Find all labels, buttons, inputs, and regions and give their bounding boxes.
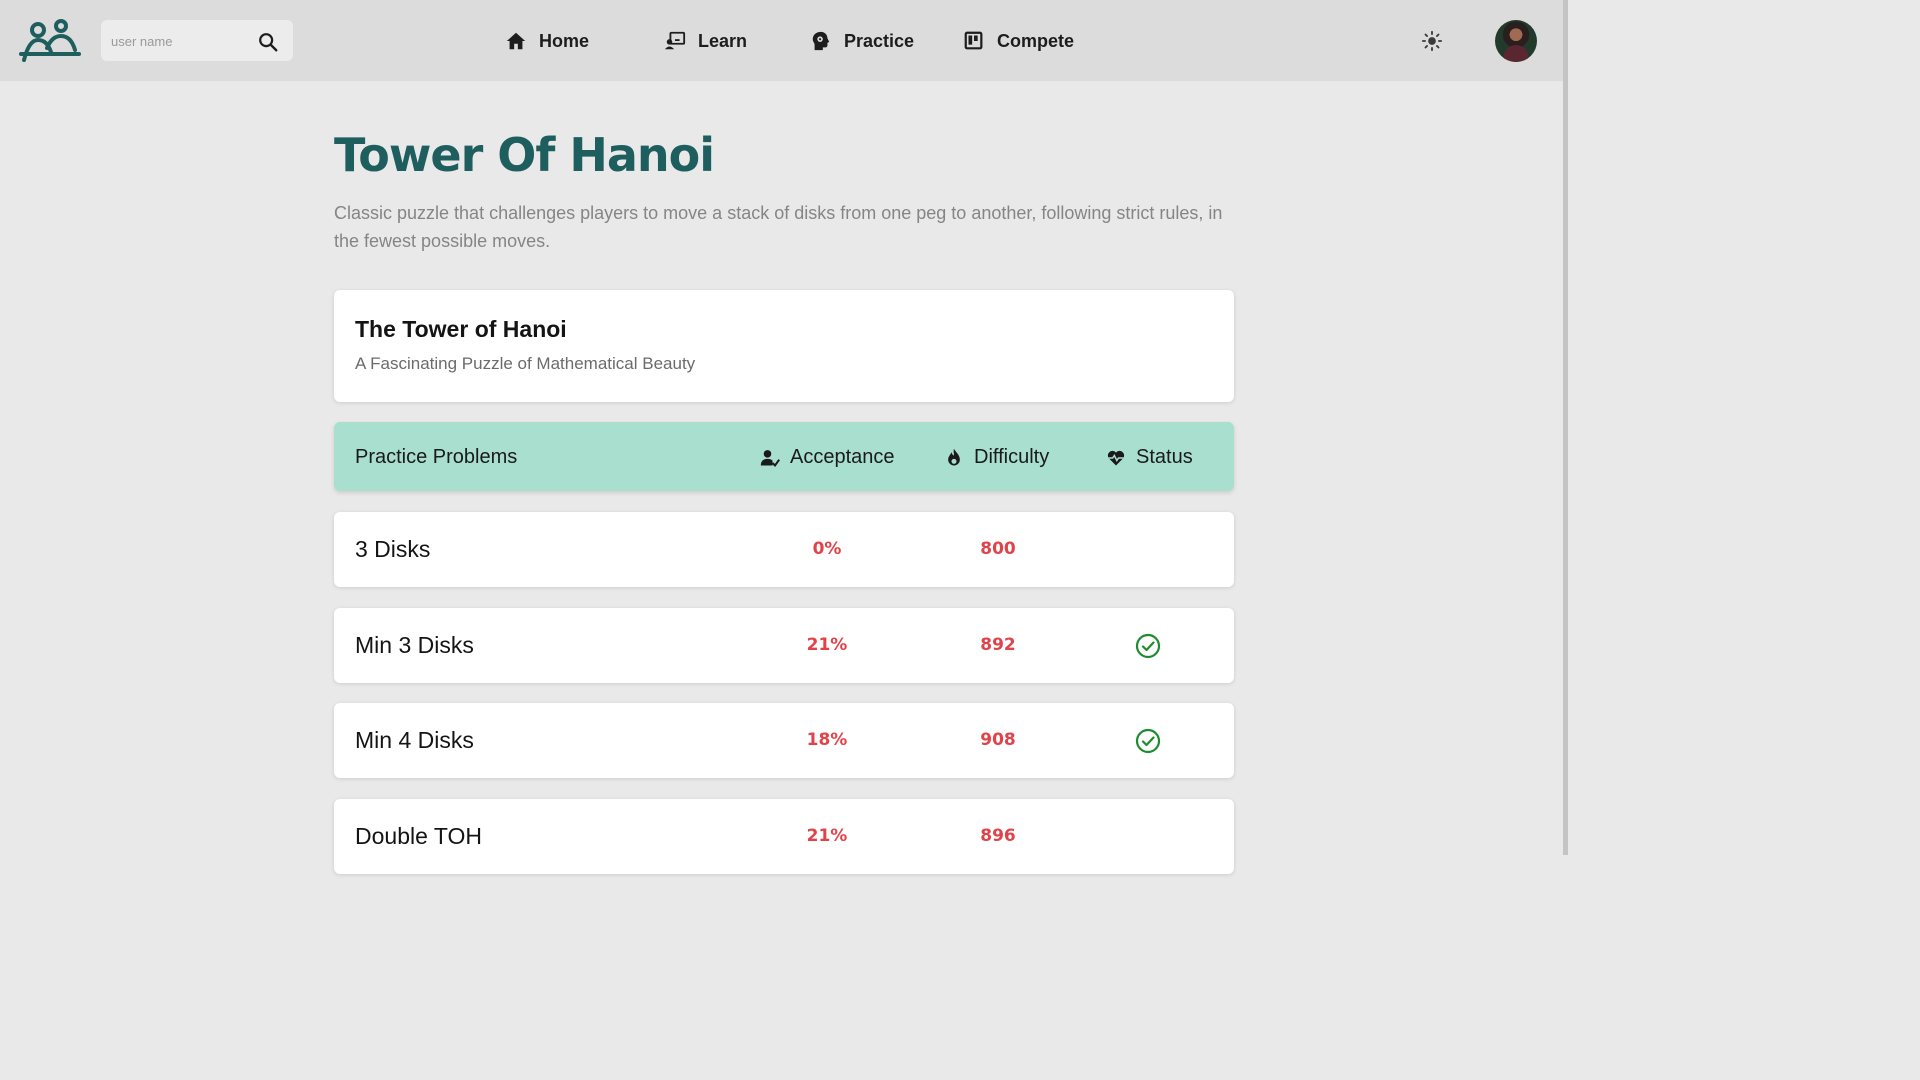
header-status-label: Status — [1136, 446, 1193, 468]
problem-difficulty: 892 — [980, 635, 1016, 655]
nav-practice-label: Practice — [844, 30, 915, 51]
header-practice-problems: Practice Problems — [355, 446, 517, 469]
board-icon — [964, 31, 983, 50]
header-difficulty-label: Difficulty — [974, 446, 1050, 468]
nav-home-label: Home — [539, 30, 590, 51]
problem-name[interactable]: 3 Disks — [355, 536, 430, 563]
problem-row[interactable]: Min 3 Disks 21% 892 — [334, 608, 1234, 683]
check-circle-icon — [1135, 633, 1161, 659]
problem-acceptance: 21% — [806, 826, 848, 846]
problem-row[interactable]: Min 4 Disks 18% 908 — [334, 703, 1234, 778]
problem-row[interactable]: Double TOH 21% 896 — [334, 799, 1234, 874]
search-icon[interactable] — [257, 31, 279, 53]
header-acceptance-label: Acceptance — [790, 446, 895, 468]
problem-difficulty: 908 — [980, 730, 1016, 750]
problem-difficulty: 800 — [980, 539, 1016, 559]
nav-practice[interactable]: Practice — [810, 27, 914, 55]
problem-acceptance: 21% — [806, 635, 848, 655]
brain-head-icon — [812, 31, 830, 51]
fire-icon — [948, 448, 960, 465]
scrollbar[interactable] — [1563, 0, 1568, 855]
info-card: The Tower of Hanoi A Fascinating Puzzle … — [334, 290, 1234, 402]
problem-name[interactable]: Min 4 Disks — [355, 727, 474, 754]
problem-row[interactable]: 3 Disks 0% 800 — [334, 512, 1234, 587]
problems-table-header: Practice Problems Acceptance Difficulty … — [334, 422, 1234, 491]
nav-compete-label: Compete — [997, 30, 1075, 51]
info-card-subtitle: A Fascinating Puzzle of Mathematical Bea… — [355, 354, 696, 373]
page-description: Classic puzzle that challenges players t… — [334, 203, 1223, 251]
header-acceptance[interactable]: Acceptance — [760, 446, 895, 469]
header-practice-problems-label: Practice Problems — [355, 446, 518, 468]
user-check-icon — [760, 449, 780, 467]
people-icon[interactable] — [19, 18, 81, 64]
nav-learn-label: Learn — [698, 30, 748, 51]
info-card-title: The Tower of Hanoi — [355, 316, 567, 342]
page-title: Tower Of Hanoi — [334, 128, 715, 182]
problem-acceptance: 0% — [812, 539, 842, 559]
avatar-figure — [1504, 45, 1528, 62]
home-icon — [506, 32, 526, 50]
search-input[interactable] — [111, 30, 251, 52]
problem-acceptance: 18% — [806, 730, 848, 750]
problem-difficulty: 896 — [980, 826, 1016, 846]
problem-name[interactable]: Double TOH — [355, 823, 482, 850]
sun-icon[interactable] — [1421, 30, 1443, 52]
header-status[interactable]: Status — [1106, 446, 1193, 469]
problem-name[interactable]: Min 3 Disks — [355, 632, 474, 659]
header-difficulty[interactable]: Difficulty — [944, 446, 1049, 469]
top-navbar: Home Learn Practice Compete — [0, 0, 1563, 81]
nav-home[interactable]: Home — [505, 27, 589, 55]
check-circle-icon — [1135, 728, 1161, 754]
teacher-board-icon — [664, 31, 686, 50]
nav-learn[interactable]: Learn — [664, 27, 747, 55]
avatar[interactable] — [1495, 20, 1537, 62]
nav-compete[interactable]: Compete — [963, 27, 1074, 55]
heart-pulse-icon — [1107, 450, 1125, 465]
